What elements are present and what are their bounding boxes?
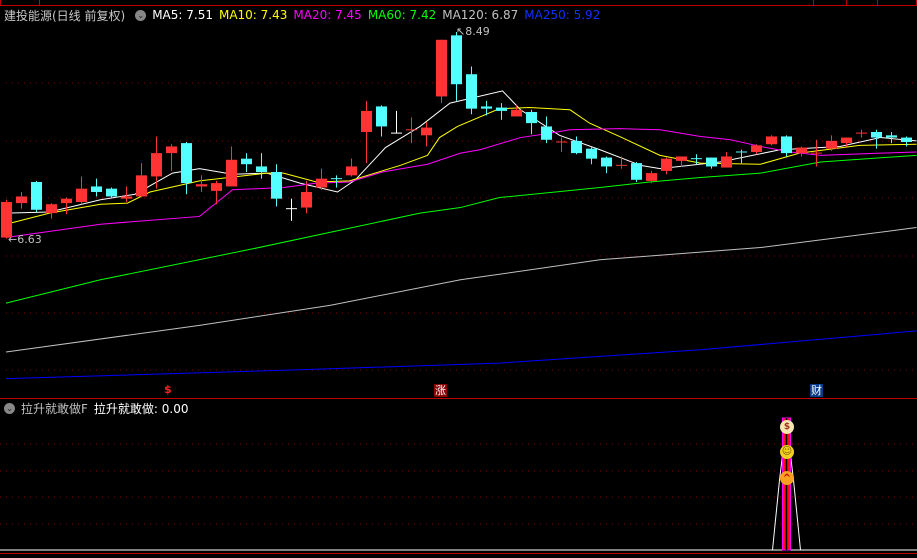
candle-body bbox=[211, 183, 222, 191]
candle-body bbox=[661, 158, 672, 171]
ma10-label: MA10: 7.43 bbox=[218, 8, 288, 22]
candle-body bbox=[901, 137, 912, 142]
dollar-marker: $ bbox=[164, 383, 172, 396]
candle-body bbox=[511, 109, 522, 117]
candle-body bbox=[316, 178, 327, 188]
candle-body bbox=[271, 172, 282, 199]
ma250-line bbox=[5, 330, 917, 380]
candle-body bbox=[136, 175, 147, 197]
candle-body bbox=[151, 153, 162, 177]
candle-body bbox=[106, 188, 117, 197]
ma60-label: MA60: 7.42 bbox=[367, 8, 437, 22]
candle-body bbox=[871, 132, 882, 138]
candle-body bbox=[796, 147, 807, 154]
candle-body bbox=[256, 166, 267, 172]
smiley-icon: ☺ bbox=[780, 445, 794, 459]
candle-body bbox=[751, 145, 762, 152]
ma250-label: MA250: 5.92 bbox=[524, 8, 601, 22]
indicator-name: 拉升就敢做F bbox=[21, 402, 88, 416]
main-legend: 建投能源(日线 前复权) ⌄ MA5: 7.51 MA10: 7.43 MA20… bbox=[4, 7, 606, 23]
candle-body bbox=[421, 127, 432, 136]
candle-body bbox=[841, 137, 852, 144]
candle-body bbox=[376, 106, 387, 127]
high-price-label: ↖8.49 bbox=[456, 25, 490, 38]
ma120-label: MA120: 6.87 bbox=[442, 8, 519, 22]
ma5-label: MA5: 7.51 bbox=[152, 8, 213, 22]
candle-body bbox=[166, 146, 177, 154]
candle-body bbox=[496, 107, 507, 111]
zhang-marker: 涨 bbox=[434, 384, 447, 397]
candle-body bbox=[226, 159, 237, 187]
candle-body bbox=[541, 126, 552, 140]
candle-body bbox=[706, 157, 717, 167]
candle-body bbox=[526, 112, 537, 124]
candle-body bbox=[121, 196, 132, 199]
candle-body bbox=[631, 163, 642, 180]
candle-body bbox=[436, 39, 447, 97]
indicator-value: 拉升就敢做: 0.00 bbox=[93, 402, 189, 416]
low-price-label: ←6.63 bbox=[8, 233, 42, 246]
ma20-label: MA20: 7.45 bbox=[293, 8, 362, 22]
chevron-down-icon[interactable]: ⌄ bbox=[135, 9, 147, 21]
candle-body bbox=[361, 110, 372, 132]
candle-body bbox=[31, 182, 42, 210]
low-price-value: 6.63 bbox=[17, 233, 42, 246]
kline-chart[interactable] bbox=[0, 0, 917, 558]
candle-body bbox=[676, 156, 687, 161]
chevron-down-icon[interactable]: ⌄ bbox=[4, 403, 15, 414]
candle-body bbox=[451, 35, 462, 85]
candle-body bbox=[46, 204, 57, 214]
candle-body bbox=[196, 184, 207, 187]
stock-title: 建投能源(日线 前复权) bbox=[4, 8, 126, 23]
candle-body bbox=[346, 166, 357, 176]
candle-body bbox=[241, 158, 252, 165]
candle-body bbox=[601, 157, 612, 167]
candle-body bbox=[826, 140, 837, 149]
candle-body bbox=[181, 143, 192, 184]
candle-body bbox=[466, 74, 477, 109]
candle-body bbox=[586, 148, 597, 159]
candle-body bbox=[571, 140, 582, 154]
candle-body bbox=[76, 188, 87, 202]
cai-marker: 财 bbox=[810, 384, 823, 397]
candle-body bbox=[301, 192, 312, 208]
candle-body bbox=[61, 198, 72, 204]
ma120-line bbox=[5, 227, 917, 353]
indicator-legend: ⌄ 拉升就敢做F 拉升就敢做: 0.00 bbox=[4, 400, 188, 417]
ma10-line bbox=[5, 107, 917, 225]
candle-body bbox=[886, 135, 897, 138]
money-bag-icon: $ bbox=[780, 420, 794, 434]
candle-body bbox=[16, 196, 27, 204]
candle-body bbox=[766, 136, 777, 145]
candle-body bbox=[646, 173, 657, 181]
candle-body bbox=[781, 136, 792, 154]
up-arrow-icon: ^ bbox=[780, 471, 794, 485]
high-price-value: 8.49 bbox=[465, 25, 490, 38]
candle-body bbox=[481, 106, 492, 109]
candle-body bbox=[721, 156, 732, 168]
candle-body bbox=[91, 186, 102, 192]
